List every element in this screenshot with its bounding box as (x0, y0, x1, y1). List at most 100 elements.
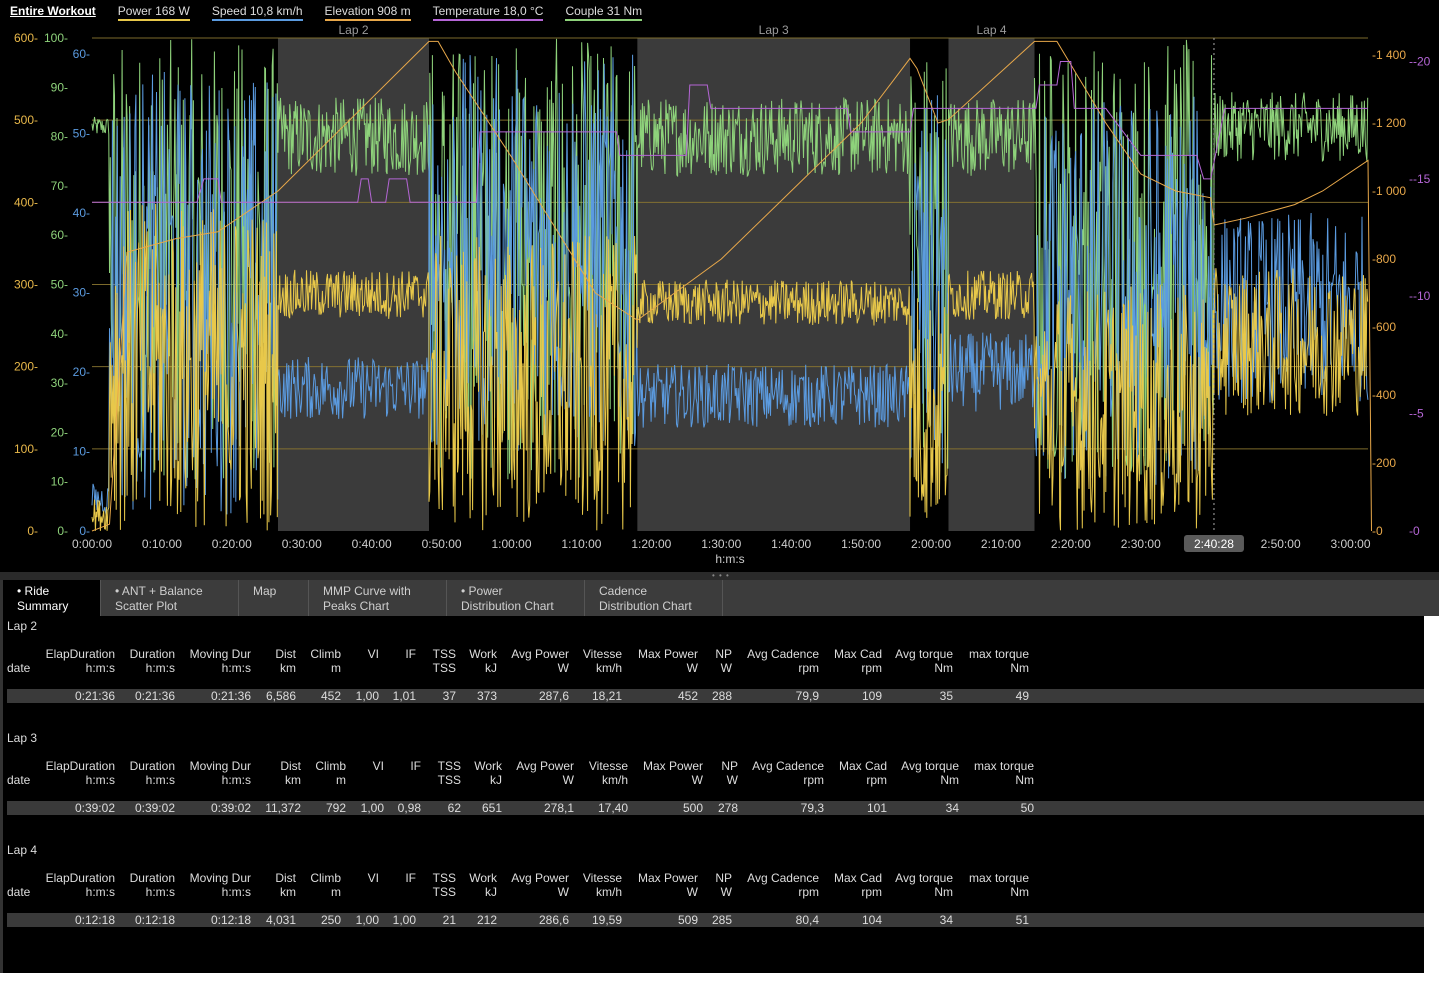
table-cell: 104 (861, 913, 882, 927)
column-header-name: Duration (129, 759, 175, 773)
legend-item-elev[interactable]: Elevation 908 m (324, 4, 411, 21)
torque-tick-label: 40- (51, 327, 68, 341)
torque-tick-label: 0- (57, 524, 68, 538)
column-header-unit: km/h (595, 885, 622, 899)
tab-5[interactable]: Cadence Distribution Chart (585, 580, 723, 616)
column-header-name: Moving Dur (189, 759, 251, 773)
chart-title[interactable]: Entire Workout (10, 4, 96, 18)
tab-1[interactable]: • ANT + Balance Scatter Plot (101, 580, 239, 616)
legend-item-torque[interactable]: Couple 31 Nm (565, 4, 643, 21)
column-header-unit: W (557, 661, 569, 675)
table-cell: 50 (1020, 801, 1034, 815)
x-tick-label: 0:10:00 (142, 537, 182, 551)
column-header-name: NP (721, 759, 738, 773)
table-cell: 0:21:36 (74, 689, 115, 703)
column-header: Work kJ (469, 647, 497, 675)
elevation-tick-label: -600 (1372, 320, 1396, 334)
panel-splitter[interactable]: • • • (0, 572, 1439, 580)
column-header: Vitesse km/h (583, 871, 622, 899)
ride-chart-panel[interactable]: Lap 2 Lap 3 Lap 4 0- 100- 200- 300- 400- 500- 600… (0, 0, 1439, 572)
tab-label: Summary (17, 599, 69, 613)
tab-label: • ANT + Balance (115, 584, 203, 598)
column-header-name: ElapDuration (45, 647, 115, 661)
column-header-name: Max Power (637, 647, 698, 661)
table-cell: 51 (1015, 913, 1029, 927)
column-header: Moving Dur h:m:s (190, 647, 251, 675)
column-header-name: IF (405, 647, 416, 661)
table-cell: 0:12:18 (210, 913, 251, 927)
speed-tick-label: 60- (73, 47, 90, 61)
column-header: IF (410, 759, 421, 787)
column-header-unit: h:m:s (221, 885, 251, 899)
legend-item-power[interactable]: Power 168 W (117, 4, 190, 21)
table-cell: 212 (476, 913, 497, 927)
column-header-unit: W (686, 885, 698, 899)
table-cell: 287,6 (538, 689, 569, 703)
power-tick-label: 300- (14, 278, 38, 292)
column-header-name: max torque (973, 759, 1034, 773)
scrollbar-area[interactable] (1424, 616, 1439, 981)
table-cell: 286,6 (538, 913, 569, 927)
column-header: Avg torque Nm (895, 647, 953, 675)
column-header: IF (405, 871, 416, 899)
column-header: date (7, 773, 31, 787)
table-cell: 500 (682, 801, 703, 815)
column-header-unit: rpm (803, 773, 824, 787)
column-header-name: Avg Power (511, 647, 569, 661)
legend-item-temp[interactable]: Temperature 18,0 °C (432, 4, 544, 21)
torque-tick-label: 10- (51, 475, 68, 489)
column-header: Duration h:m:s (130, 871, 175, 899)
column-header: ElapDuration h:m:s (46, 759, 115, 787)
column-header: Moving Dur h:m:s (190, 759, 251, 787)
column-header: Avg Cadence rpm (747, 647, 819, 675)
x-tick-label: 0:50:00 (422, 537, 462, 551)
table-cell: 373 (476, 689, 497, 703)
column-header-name: Work (469, 647, 497, 661)
splitter-grip-icon[interactable]: • • • (712, 572, 730, 580)
column-header-name: Dist (280, 759, 301, 773)
column-header: Climb m (310, 647, 341, 675)
column-header-unit: h:m:s (145, 885, 175, 899)
x-tick-label: 1:40:00 (771, 537, 811, 551)
tab-3[interactable]: MMP Curve with Peaks Chart (309, 580, 447, 616)
column-header-name: Avg Cadence (747, 871, 819, 885)
column-header-unit: m (331, 885, 341, 899)
elevation-tick-label: -800 (1372, 252, 1396, 266)
tab-0[interactable]: • Ride Summary (3, 580, 101, 616)
column-header-unit (368, 661, 379, 675)
power-tick-label: 500- (14, 113, 38, 127)
torque-tick-label: 20- (51, 425, 68, 439)
tab-4[interactable]: • Power Distribution Chart (447, 580, 585, 616)
column-header-unit: TSS (437, 773, 461, 787)
column-header: Dist km (275, 647, 296, 675)
power-tick-label: 200- (14, 360, 38, 374)
torque-tick-label: 60- (51, 228, 68, 242)
column-header: Avg Power W (516, 759, 574, 787)
power-tick-label: 600- (14, 31, 38, 45)
tab-2[interactable]: Map (239, 580, 309, 616)
legend-item-speed[interactable]: Speed 10,8 km/h (211, 4, 303, 21)
column-header-name: Max Cad (838, 759, 887, 773)
speed-tick-label: 20- (73, 365, 90, 379)
column-header: max torque Nm (969, 647, 1029, 675)
temperature-tick-label: --10 (1409, 289, 1431, 303)
tab-label: MMP Curve with (323, 584, 411, 598)
column-header-name: NP (715, 647, 732, 661)
table-cell: 0:39:02 (134, 801, 175, 815)
table-cell: 0,98 (397, 801, 421, 815)
table-cell: 4,031 (265, 913, 296, 927)
table-cell: 6,586 (265, 689, 296, 703)
torque-tick-label: 100- (44, 31, 68, 45)
column-header: Dist km (280, 759, 301, 787)
column-header-name: Avg Cadence (752, 759, 824, 773)
column-header: Moving Dur h:m:s (190, 871, 251, 899)
column-header-name: Max Power (642, 759, 703, 773)
temperature-tick-label: --15 (1409, 172, 1431, 186)
tab-label: Distribution Chart (461, 599, 554, 613)
column-header-name: Vitesse (582, 871, 622, 885)
lap-title: Lap 4 (7, 843, 38, 857)
column-header-name: Duration (129, 871, 175, 885)
ride-chart[interactable]: Lap 2 Lap 3 Lap 4 0- 100- 200- 300- 400- 500- 600… (0, 0, 1439, 572)
column-header-unit: rpm (866, 773, 887, 787)
power-tick-label: 100- (14, 442, 38, 456)
